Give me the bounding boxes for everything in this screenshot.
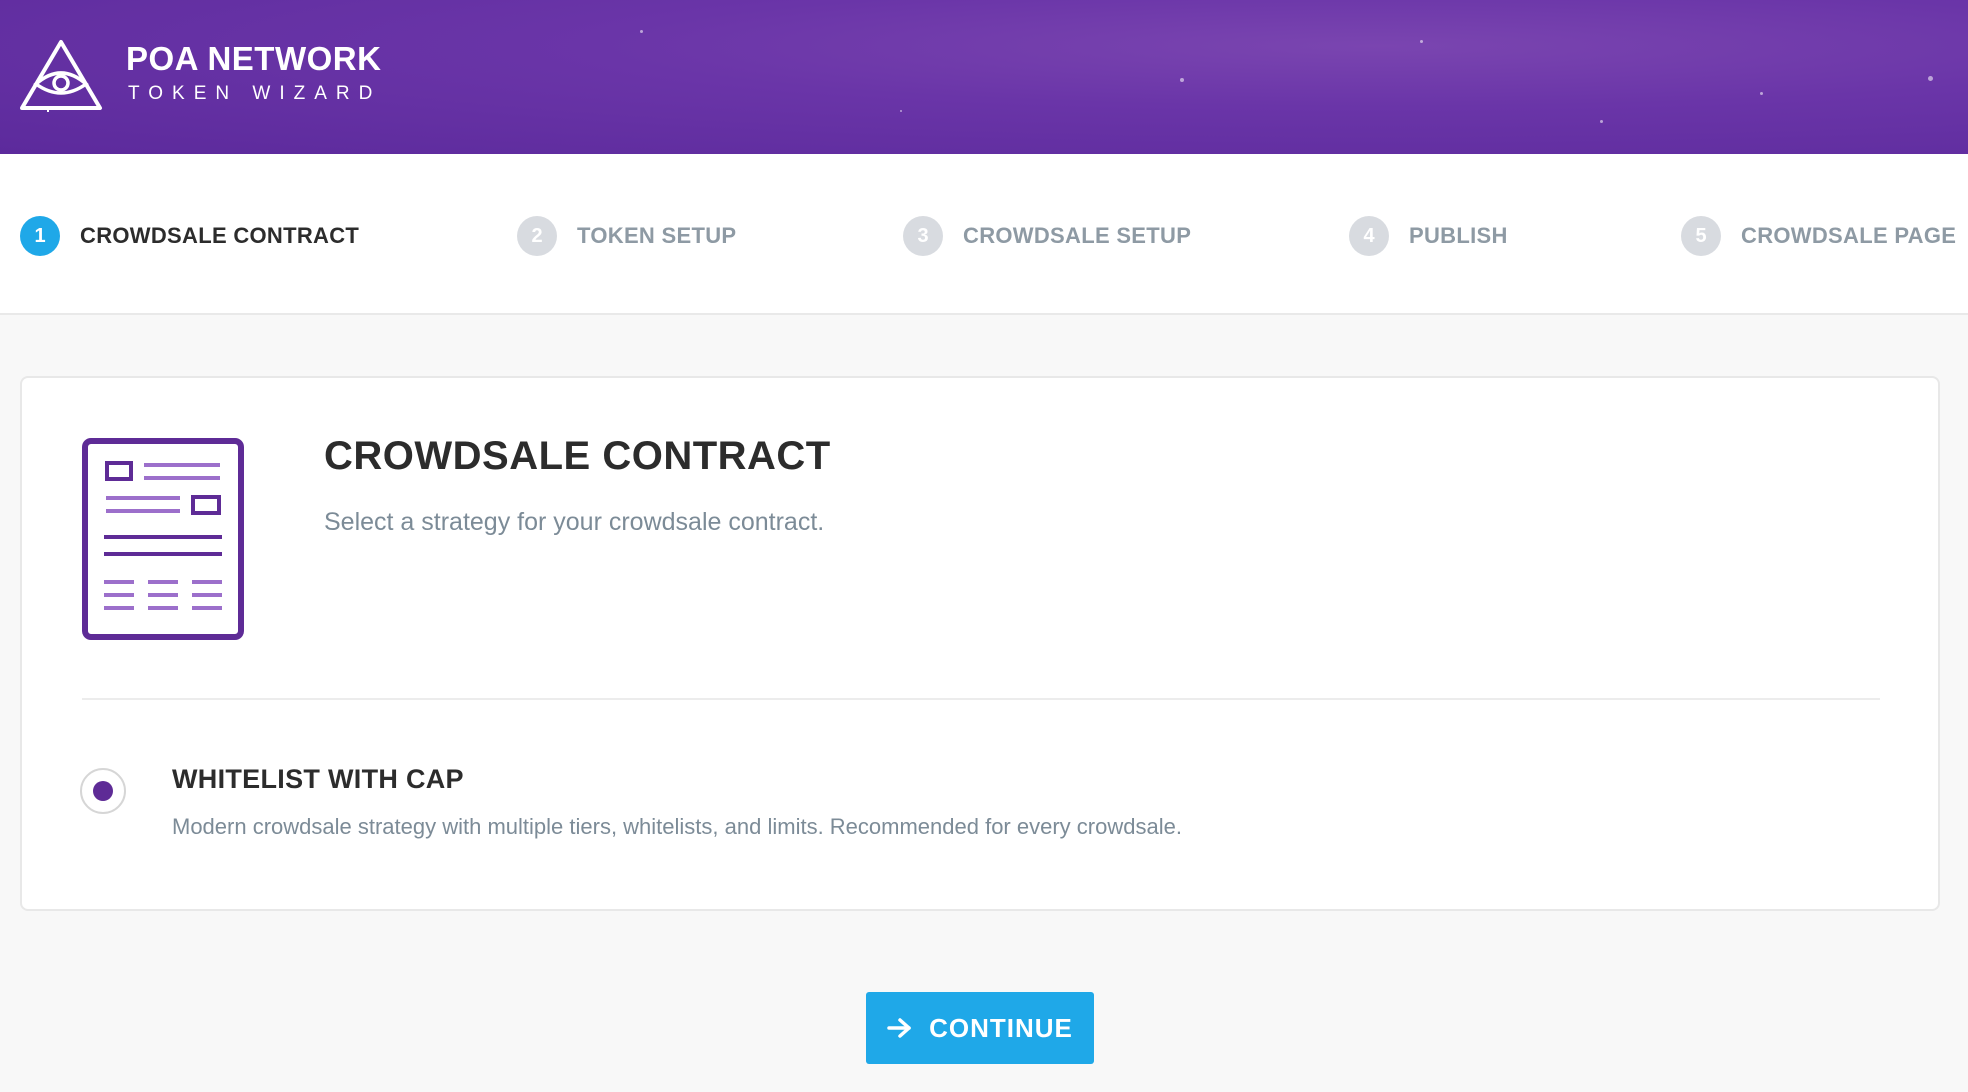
continue-label: CONTINUE <box>929 1012 1073 1043</box>
step-publish[interactable]: 4 PUBLISH <box>1349 216 1508 256</box>
divider <box>82 698 1880 700</box>
strategy-option-description: Modern crowdsale strategy with multiple … <box>172 814 1182 839</box>
step-crowdsale-contract[interactable]: 1 CROWDSALE CONTRACT <box>20 216 359 256</box>
wizard-stepper: 1 CROWDSALE CONTRACT 2 TOKEN SETUP 3 CRO… <box>0 154 1968 315</box>
step-token-setup[interactable]: 2 TOKEN SETUP <box>517 216 736 256</box>
step-label: CROWDSALE PAGE <box>1741 223 1957 248</box>
arrow-right-icon <box>887 1018 911 1038</box>
step-crowdsale-page[interactable]: 5 CROWDSALE PAGE <box>1681 216 1956 256</box>
step-number: 3 <box>903 216 943 256</box>
radio-selected-dot <box>93 781 113 801</box>
strategy-option-title[interactable]: WHITELIST WITH CAP <box>172 764 464 795</box>
page-description: Select a strategy for your crowdsale con… <box>324 508 825 536</box>
app-header: POA NETWORK TOKEN WIZARD <box>0 0 1968 154</box>
step-label: PUBLISH <box>1409 223 1508 248</box>
page-title: CROWDSALE CONTRACT <box>324 434 831 478</box>
step-label: TOKEN SETUP <box>577 223 737 248</box>
step-crowdsale-setup[interactable]: 3 CROWDSALE SETUP <box>903 216 1191 256</box>
brand-subtitle: TOKEN WIZARD <box>128 83 382 104</box>
contract-document-icon <box>82 438 244 640</box>
step-number: 2 <box>517 216 557 256</box>
brand-title: POA NETWORK <box>126 40 382 77</box>
step-number: 1 <box>20 216 60 256</box>
step-label: CROWDSALE SETUP <box>963 223 1192 248</box>
step-label: CROWDSALE CONTRACT <box>80 223 360 248</box>
crowdsale-contract-card: CROWDSALE CONTRACT Select a strategy for… <box>20 376 1940 911</box>
strategy-radio-whitelist-with-cap[interactable] <box>80 768 126 814</box>
step-number: 5 <box>1681 216 1721 256</box>
step-number: 4 <box>1349 216 1389 256</box>
continue-button[interactable]: CONTINUE <box>866 992 1094 1064</box>
poa-eye-logo-icon[interactable] <box>18 38 104 112</box>
